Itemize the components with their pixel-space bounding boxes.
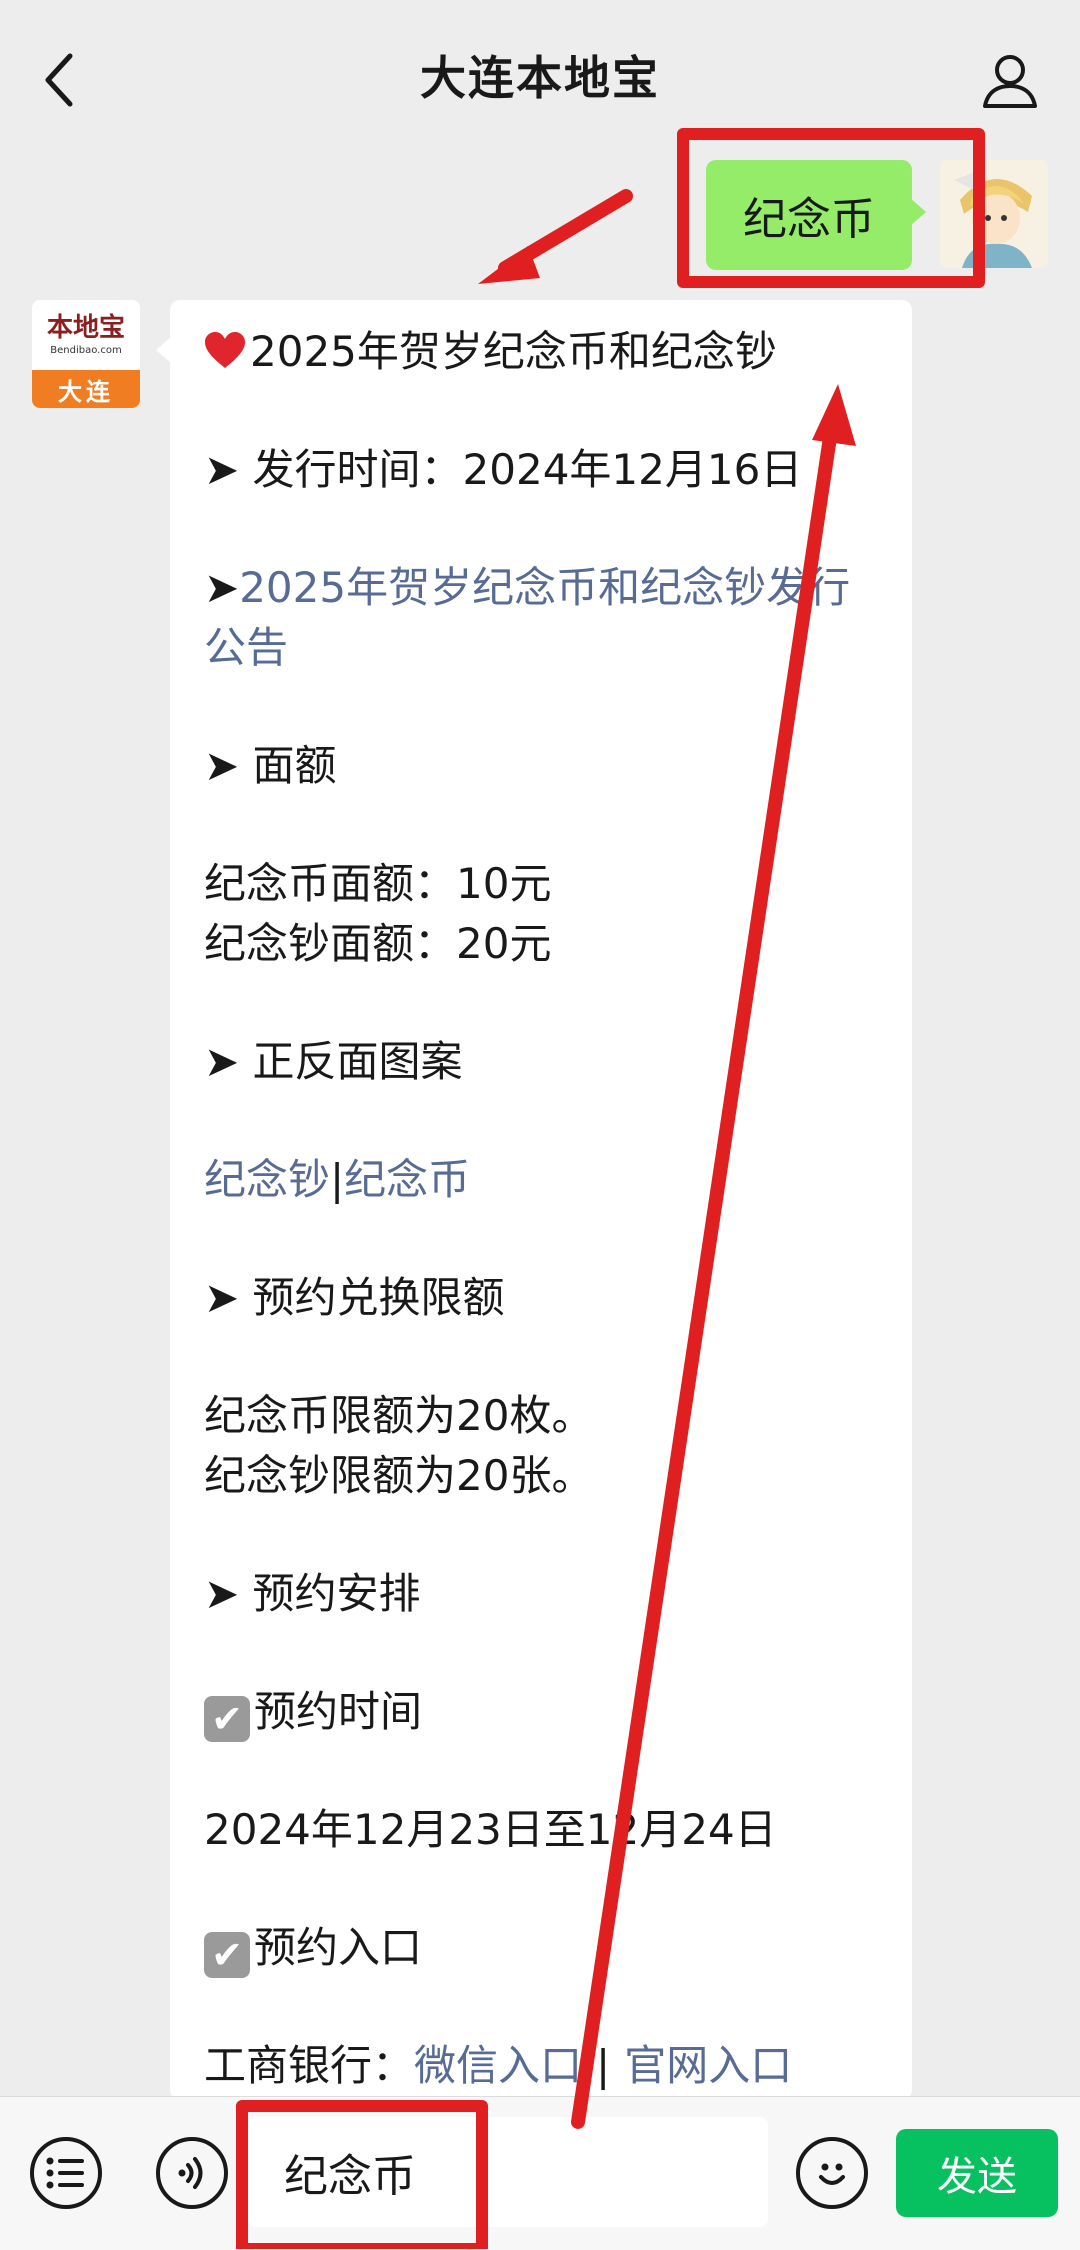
annotation-arrowhead-top	[478, 246, 540, 284]
sent-message-text: 纪念币	[743, 194, 875, 245]
bank-entry-row: 工商银行：微信入口 | 官网入口	[204, 2036, 878, 2096]
back-icon[interactable]	[40, 52, 80, 108]
heart-icon	[205, 332, 245, 368]
pattern-separator: |	[330, 1155, 345, 1204]
pattern-links: 纪念钞|纪念币	[204, 1150, 878, 1210]
sent-message-bubble[interactable]: 纪念币	[706, 160, 926, 270]
entry-separator: |	[596, 2041, 611, 2090]
reserve-time-value: 2024年12月23日至12月24日	[204, 1805, 777, 1854]
pattern-heading: ➤ 正反面图案	[204, 1037, 463, 1086]
reply-message-bubble: 2025年贺岁纪念币和纪念钞 ➤ 发行时间：2024年12月16日 ➤2025年…	[170, 300, 912, 2100]
send-button[interactable]: 发送	[896, 2129, 1058, 2217]
limit-block: 纪念币限额为20枚。 纪念钞限额为20张。	[204, 1386, 878, 1506]
user-icon[interactable]	[980, 50, 1040, 110]
avatar-city: 大连	[32, 370, 140, 408]
check-icon: ✔	[204, 1696, 250, 1742]
emoji-icon[interactable]	[796, 2137, 868, 2209]
chat-title: 大连本地宝	[420, 51, 660, 105]
my-avatar[interactable]	[940, 160, 1048, 268]
notice-link[interactable]: 2025年贺岁纪念币和纪念钞发行公告	[204, 563, 850, 672]
notice-arrow: ➤	[204, 563, 240, 612]
website-entry-link[interactable]: 官网入口	[624, 2041, 792, 2090]
annotation-arrow-shaft-top	[498, 189, 633, 275]
denomination-block: 纪念币面额：10元 纪念钞面额：20元	[204, 854, 878, 974]
reserve-time-label: 预约时间	[254, 1687, 423, 1736]
input-bar: 发送	[0, 2096, 1080, 2250]
notice-row: ➤2025年贺岁纪念币和纪念钞发行公告	[204, 558, 878, 678]
menu-icon[interactable]	[30, 2137, 102, 2209]
check-icon: ✔	[204, 1932, 250, 1978]
official-account-avatar[interactable]: 本地宝 Bendibao.com 大连	[32, 300, 140, 408]
avatar-brand: 本地宝	[46, 312, 125, 343]
pattern-link-coin[interactable]: 纪念币	[344, 1155, 470, 1204]
reserve-entry-row: ✔ 预约入口	[204, 1918, 878, 1978]
coin-denomination: 纪念币面额：10元	[204, 859, 552, 908]
avatar-domain: Bendibao.com	[50, 344, 122, 356]
reserve-time-row: ✔ 预约时间	[204, 1682, 878, 1742]
note-limit: 纪念钞限额为20张。	[204, 1451, 594, 1500]
issue-time: ➤ 发行时间：2024年12月16日	[204, 445, 803, 494]
top-bar: 大连本地宝	[0, 0, 1080, 150]
schedule-heading: ➤ 预约安排	[204, 1569, 421, 1618]
wechat-entry-link[interactable]: 微信入口	[414, 2041, 582, 2090]
limit-heading: ➤ 预约兑换限额	[204, 1273, 505, 1322]
pattern-link-note[interactable]: 纪念钞	[204, 1155, 330, 1204]
reserve-entry-label: 预约入口	[254, 1923, 423, 1972]
reply-title: 2025年贺岁纪念币和纪念钞	[250, 327, 777, 376]
bank-label: 工商银行：	[204, 2041, 415, 2090]
my-avatar-image	[940, 160, 1048, 268]
reply-title-row: 2025年贺岁纪念币和纪念钞	[204, 322, 878, 382]
note-denomination: 纪念钞面额：20元	[204, 919, 552, 968]
voice-icon[interactable]	[156, 2137, 228, 2209]
denomination-heading: ➤ 面额	[204, 741, 337, 790]
message-input[interactable]	[248, 2117, 768, 2227]
coin-limit: 纪念币限额为20枚。	[204, 1391, 594, 1440]
avatar-logo-area: 本地宝 Bendibao.com	[32, 300, 140, 370]
